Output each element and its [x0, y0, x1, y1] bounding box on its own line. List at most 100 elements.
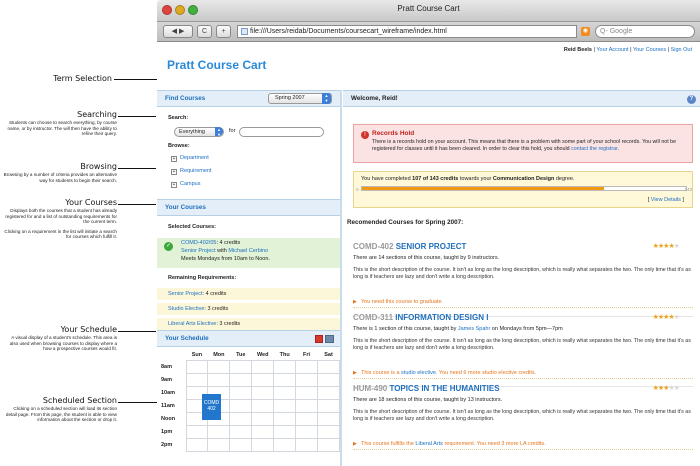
- contact-registrar-link[interactable]: contact the registrar: [571, 146, 618, 152]
- browser-window: Pratt Course Cart ◀ ▶ C + file:///Users/…: [157, 0, 700, 466]
- schedule-cell: [317, 411, 340, 426]
- calendar-icon[interactable]: [315, 335, 323, 343]
- expand-icon: +: [171, 156, 177, 162]
- annotation-browsing-text: Browsing by a number of criteria provide…: [3, 172, 117, 183]
- remaining-requirements-label: Remaining Requirements:: [168, 275, 237, 281]
- add-bookmark-button[interactable]: +: [216, 25, 231, 38]
- annotation-courses-text2: Clicking on a requirement in the list wi…: [4, 228, 117, 240]
- time-label: 11am: [161, 402, 175, 409]
- selected-course-name[interactable]: Senior Project: [181, 248, 216, 254]
- your-courses-link[interactable]: Your Courses: [633, 47, 666, 53]
- column-divider: [340, 90, 342, 466]
- schedule-corner: [157, 350, 186, 360]
- browser-toolbar: ◀ ▶ C + file:///Users/reidab/Documents/c…: [157, 22, 700, 42]
- find-courses-title: Find Courses: [165, 95, 206, 102]
- instructor-link[interactable]: James Spahr: [458, 326, 490, 332]
- annotation-schedule-line: [118, 331, 156, 332]
- progress-text-end: degree.: [555, 176, 575, 182]
- browse-campus[interactable]: + Campus: [171, 181, 200, 188]
- day-label: Sat: [324, 351, 333, 358]
- schedule-cell: [251, 372, 275, 387]
- selected-course-instructor[interactable]: Michael Cerbino: [228, 248, 268, 254]
- selected-course-code[interactable]: COMD-402/05: [181, 240, 216, 246]
- recommended-course-title[interactable]: COMD-311 INFORMATION DESIGN I: [353, 313, 488, 322]
- requirement-row[interactable]: Liberal Arts Elective: 3 credits: [157, 318, 340, 330]
- sign-out-link[interactable]: Sign Out: [671, 47, 692, 53]
- schedule-day-row: Sun Mon Tue Wed Thu Fri Sat: [157, 350, 340, 360]
- schedule-cell: [229, 411, 253, 426]
- requirement-name: Studio Elective: [168, 306, 205, 312]
- requirement-row[interactable]: Studio Elective: 3 credits: [157, 303, 340, 315]
- select-arrows-icon: ▲ ▼: [322, 93, 331, 104]
- help-icon[interactable]: ?: [687, 95, 696, 104]
- recommended-course-code: COMD-402: [353, 242, 394, 251]
- schedule-cell: [229, 359, 253, 374]
- schedule-cell: [229, 372, 253, 387]
- recommended-course-sections: There are 18 sections of this course, ta…: [353, 397, 503, 403]
- recommended-course-title[interactable]: HUM-490 TOPICS IN THE HUMANITIES: [353, 384, 500, 393]
- your-account-link[interactable]: Your Account: [596, 47, 628, 53]
- recommended-course-title[interactable]: COMD-402 SENIOR PROJECT: [353, 242, 466, 251]
- your-schedule-title: Your Schedule: [165, 335, 209, 342]
- recommended-course-description: This is the short description of the cou…: [353, 267, 691, 280]
- browser-search-field[interactable]: Q- Google: [595, 25, 695, 38]
- recommended-course: COMD-402 SENIOR PROJECT ★★★★★ There are …: [353, 242, 693, 312]
- liberal-arts-link[interactable]: Liberal Arts: [415, 441, 443, 447]
- view-details-link[interactable]: View Details: [651, 197, 681, 203]
- search-input[interactable]: [239, 127, 324, 137]
- schedule-row: 1pm: [157, 424, 340, 439]
- studio-elective-link[interactable]: studio elective: [401, 370, 436, 376]
- schedule-cell: [229, 385, 253, 400]
- day-label: Tue: [236, 351, 246, 358]
- schedule-cell: [185, 437, 209, 452]
- schedule-cell: [273, 424, 297, 439]
- address-bar[interactable]: file:///Users/reidab/Documents/coursecar…: [237, 25, 577, 38]
- schedule-grid: Sun Mon Tue Wed Thu Fri Sat 8am 9am 10am…: [157, 350, 340, 452]
- schedule-cell: [251, 437, 275, 452]
- back-forward-button[interactable]: ◀ ▶: [163, 25, 193, 38]
- schedule-row: 2pm: [157, 437, 340, 452]
- star-icon[interactable]: ★: [674, 243, 680, 250]
- recommended-course-name: SENIOR PROJECT: [395, 242, 467, 251]
- user-bar: Reid Beels | Your Account | Your Courses…: [564, 47, 692, 53]
- schedule-actions: [315, 334, 334, 349]
- progress-text: You have completed 107 of 143 credits to…: [361, 176, 575, 182]
- search-category-value: Everything: [179, 129, 205, 135]
- browse-department[interactable]: + Department: [171, 155, 209, 162]
- schedule-cell: [273, 372, 297, 387]
- browse-requirement[interactable]: + Requirement: [171, 168, 212, 175]
- term-select[interactable]: Spring 2007 ▲ ▼: [268, 93, 332, 104]
- rating-stars: ★★★★★: [653, 242, 680, 250]
- annotation-courses-text: Displays both the courses that a student…: [5, 208, 117, 225]
- your-courses-header: Your Courses: [157, 199, 340, 216]
- rss-icon[interactable]: ◉: [581, 27, 590, 36]
- recommended-course-description: This is the short description of the cou…: [353, 409, 691, 422]
- star-icon[interactable]: ★: [674, 385, 680, 392]
- requirement-credits: : 3 credits: [216, 321, 241, 327]
- note-text-post: requirement. You need 3 more LA credits.: [444, 441, 546, 447]
- recommended-course-name: INFORMATION DESIGN I: [395, 313, 489, 322]
- search-category-select[interactable]: Everything ▲ ▼: [174, 127, 224, 137]
- annotation-term-title: Term Selection: [53, 74, 112, 83]
- schedule-cell: [207, 359, 231, 374]
- scheduled-section[interactable]: COMD 402: [202, 394, 221, 420]
- reload-button[interactable]: C: [197, 25, 212, 38]
- recommended-header: Recomended Courses for Spring 2007:: [347, 219, 464, 226]
- records-hold-title: Records Hold: [372, 130, 415, 137]
- schedule-cell: [295, 372, 319, 387]
- schedule-row: 9am: [157, 372, 340, 387]
- annotation-courses-line: [118, 204, 156, 205]
- print-icon[interactable]: [325, 335, 334, 343]
- for-label: for: [229, 128, 236, 134]
- requirement-row[interactable]: Senior Project: 4 credits: [157, 288, 340, 300]
- selected-course[interactable]: ✓ COMD-402/05: 4 credits Senior Project …: [157, 238, 340, 268]
- time-label: 2pm: [161, 441, 173, 448]
- selected-course-code-line: COMD-402/05: 4 credits: [181, 240, 240, 246]
- find-courses-header: Find Courses Spring 2007 ▲ ▼: [157, 90, 340, 107]
- right-column: Welcome, Reid! ? ! Records Hold There is…: [343, 90, 700, 466]
- star-icon[interactable]: ★: [674, 314, 680, 321]
- recommended-course-sections: There is 1 section of this course, taugh…: [353, 326, 563, 332]
- annotation-searching-line: [118, 116, 156, 117]
- welcome-header: Welcome, Reid! ?: [343, 90, 700, 107]
- selected-course-name-line: Senior Project with Michael Cerbino: [181, 248, 268, 254]
